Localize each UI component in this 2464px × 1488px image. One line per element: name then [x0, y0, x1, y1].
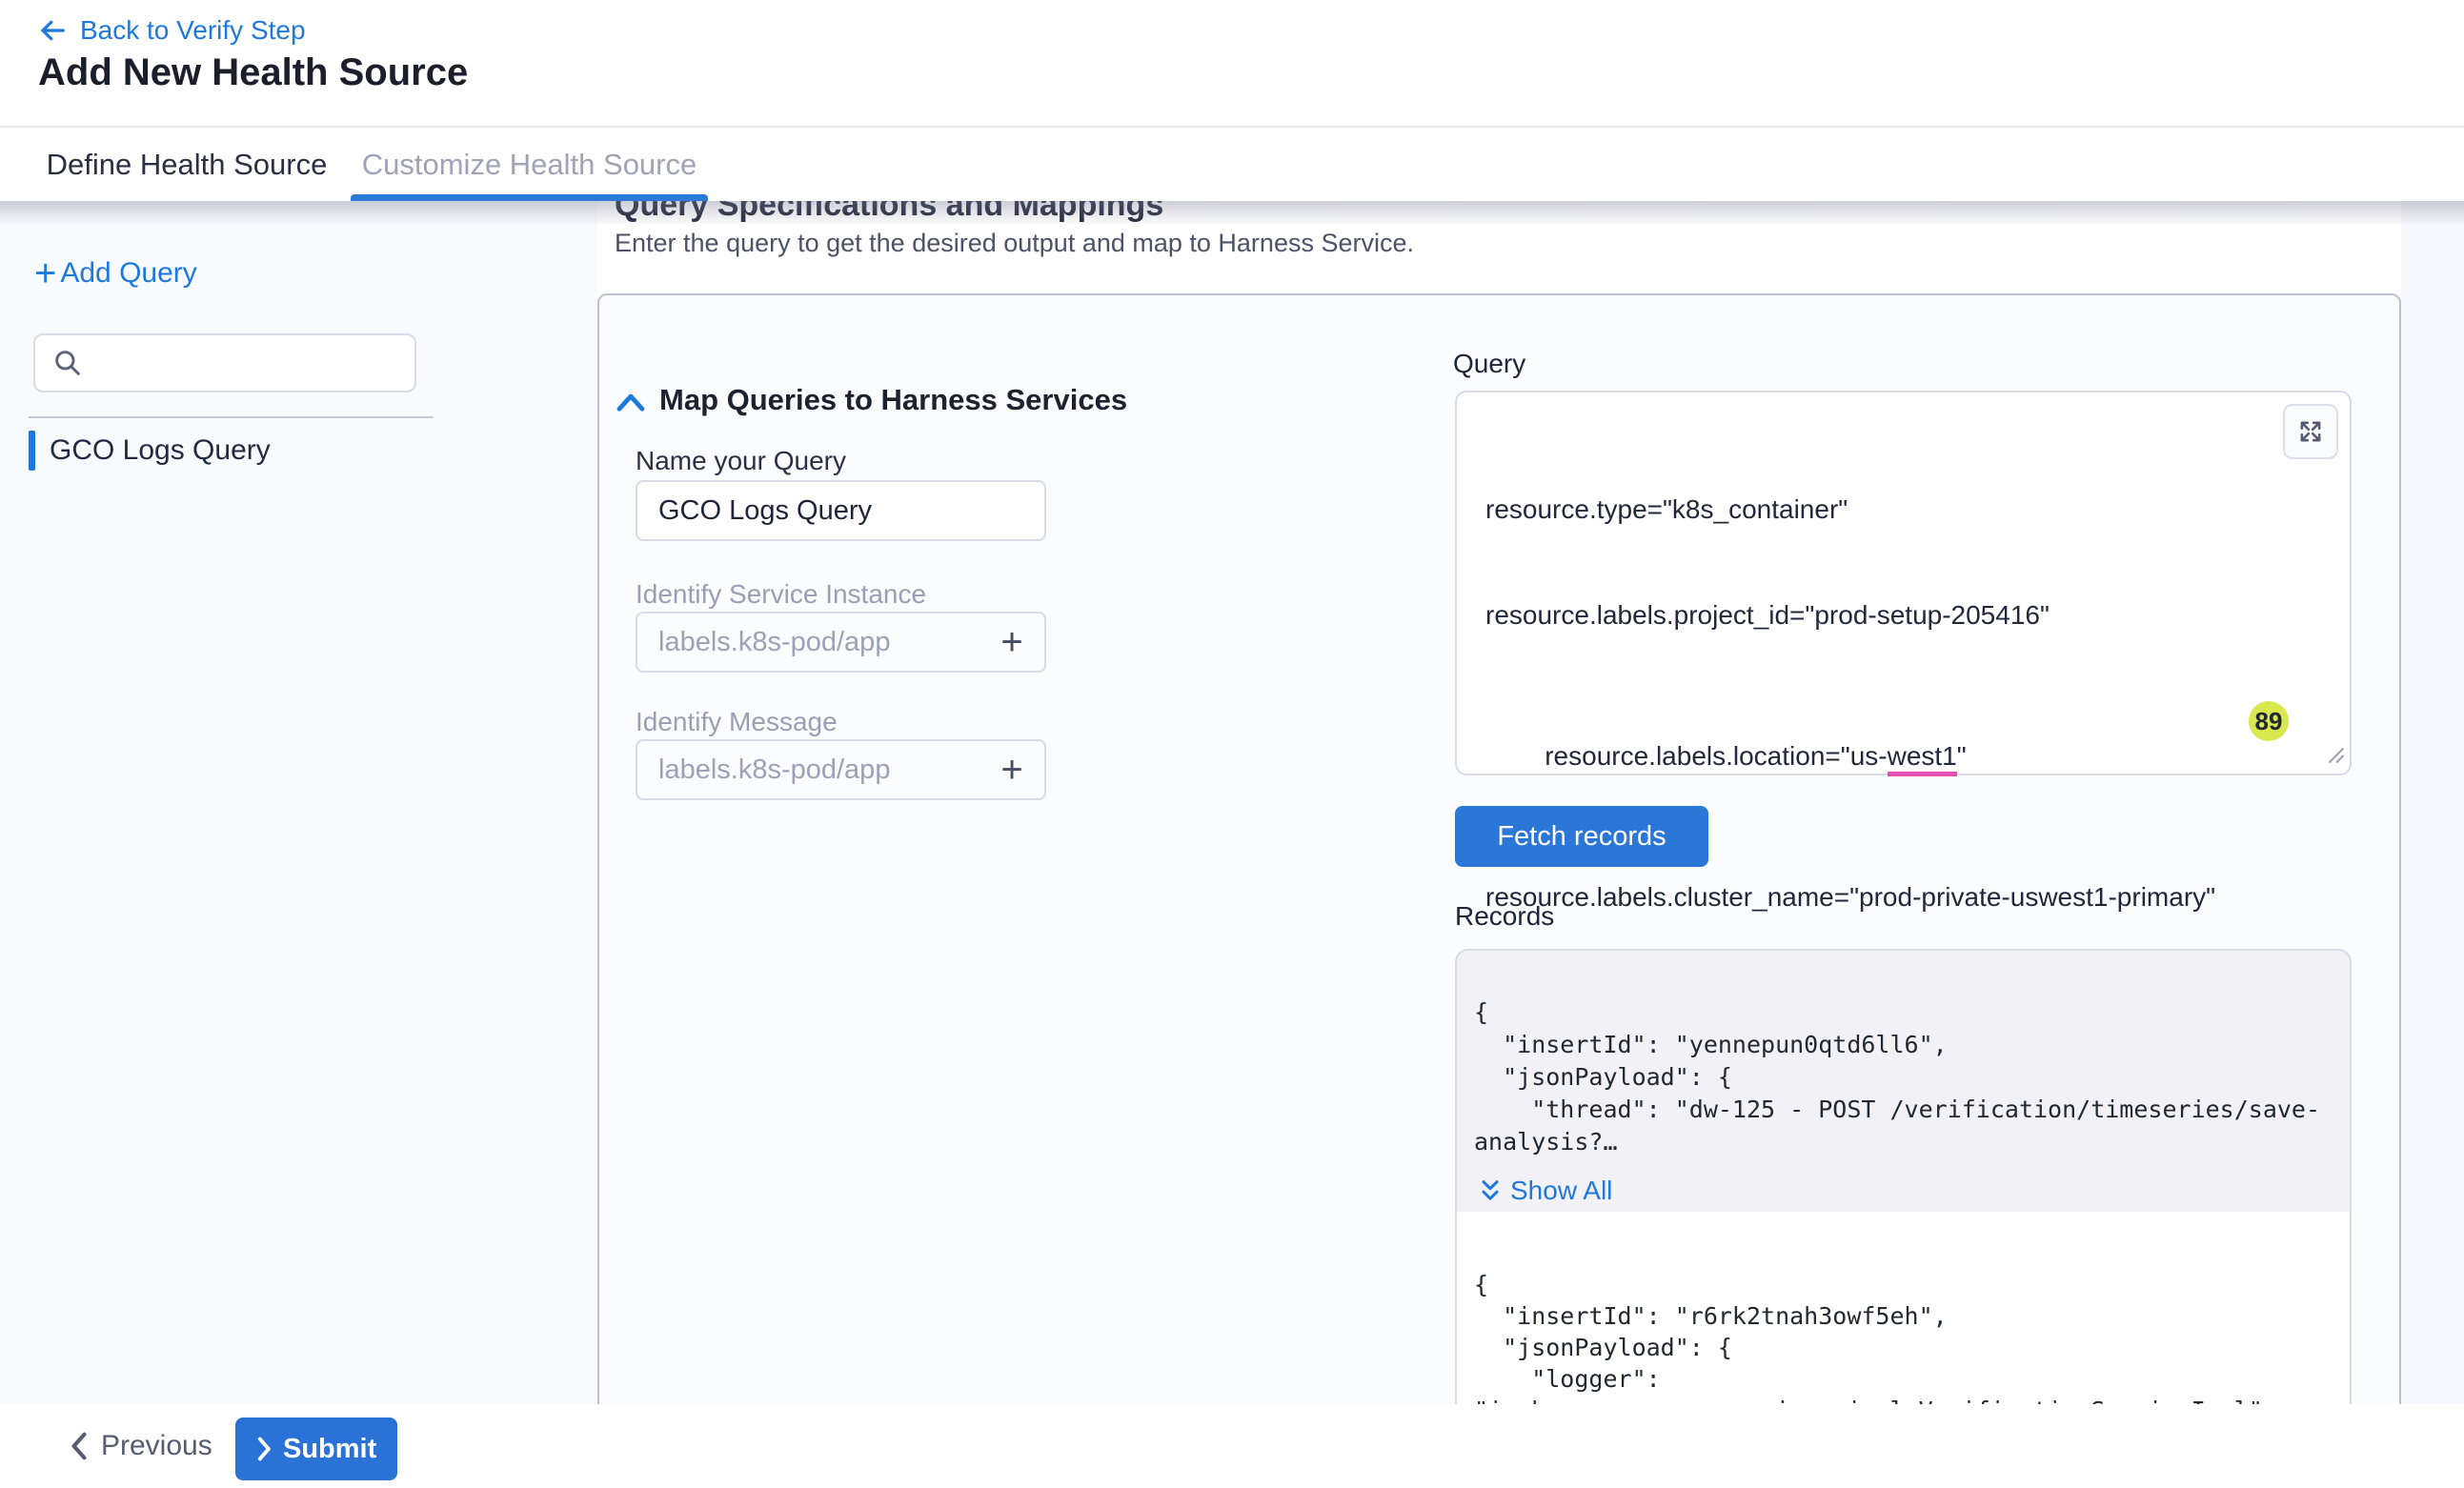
health-source-tabbar: Define Health Source Customize Health So… — [0, 128, 2464, 201]
add-query-label: Add Query — [60, 257, 196, 290]
tab-customize-health-source[interactable]: Customize Health Source — [351, 128, 708, 201]
previous-button[interactable]: Previous — [69, 1421, 212, 1471]
message-plus-icon[interactable]: + — [991, 739, 1033, 800]
identify-message-label: Identify Message — [636, 707, 838, 737]
back-arrow-icon — [38, 16, 67, 45]
query-search-box — [33, 333, 416, 392]
identify-service-instance-label: Identify Service Instance — [636, 579, 926, 610]
query-item-label: GCO Logs Query — [50, 434, 271, 467]
chevron-left-icon — [69, 1432, 90, 1460]
character-count-badge: 89 — [2249, 701, 2289, 741]
query-line: resource.labels.location="us-west1" — [1485, 703, 2305, 809]
add-health-source-drawer: Back to Verify Step Add New Health Sourc… — [0, 0, 2464, 1488]
active-tab-underline — [351, 194, 708, 201]
record-card: { "insertId": "yennepun0qtd6ll6", "jsonP… — [1457, 951, 2350, 1212]
query-name-input[interactable] — [636, 480, 1046, 541]
search-icon — [52, 348, 83, 378]
back-link-label: Back to Verify Step — [80, 15, 306, 46]
plus-icon: + — [34, 259, 56, 288]
spellcheck-underline: west1 — [1888, 741, 1957, 776]
chevron-up-icon[interactable] — [616, 391, 646, 418]
show-all-link[interactable]: Show All — [1478, 1176, 1612, 1206]
query-line: resource.labels.project_id="prod-setup-2… — [1485, 597, 2305, 633]
double-chevron-down-icon — [1478, 1177, 1503, 1204]
expand-icon — [2297, 418, 2324, 445]
record-json: { "insertId": "r6rk2tnah3owf5eh", "jsonP… — [1474, 1269, 2263, 1426]
section-subtitle: Enter the query to get the desired outpu… — [615, 229, 1414, 258]
back-to-verify-step-link[interactable]: Back to Verify Step — [38, 15, 306, 46]
page-title: Add New Health Source — [38, 51, 468, 94]
footer-bar: Previous Submit — [0, 1404, 2464, 1488]
query-sidebar: + Add Query GCO Logs Query — [0, 201, 597, 1404]
expand-query-button[interactable] — [2283, 404, 2338, 459]
submit-button[interactable]: Submit — [235, 1418, 397, 1480]
query-line: resource.labels.cluster_name="prod-priva… — [1485, 879, 2305, 915]
service-instance-input[interactable] — [636, 612, 1046, 673]
query-editor[interactable]: resource.type="k8s_container" resource.l… — [1455, 391, 2352, 775]
message-input[interactable] — [636, 739, 1046, 800]
selected-indicator-bar — [29, 431, 35, 471]
service-instance-plus-icon[interactable]: + — [991, 612, 1033, 673]
fetch-records-button[interactable]: Fetch records — [1455, 806, 1708, 867]
add-query-button[interactable]: + Add Query — [34, 257, 197, 290]
name-your-query-label: Name your Query — [636, 446, 846, 476]
submit-label: Submit — [283, 1434, 376, 1465]
right-background-strip — [2401, 201, 2464, 1404]
map-queries-section-title: Map Queries to Harness Services — [659, 383, 1127, 417]
sidebar-item-gco-logs-query[interactable]: GCO Logs Query — [29, 431, 271, 471]
header-divider — [0, 126, 2464, 128]
query-line: resource.type="k8s_container" — [1485, 492, 2305, 527]
resize-handle[interactable] — [2327, 746, 2346, 770]
chevron-right-icon — [256, 1437, 273, 1461]
query-label: Query — [1453, 349, 1525, 379]
show-all-label: Show All — [1510, 1176, 1612, 1206]
query-search-input[interactable] — [92, 348, 397, 378]
records-label: Records — [1455, 901, 1554, 932]
record-json: { "insertId": "yennepun0qtd6ll6", "jsonP… — [1474, 996, 2320, 1158]
previous-label: Previous — [101, 1430, 212, 1462]
sidebar-divider — [29, 416, 434, 418]
tab-define-health-source[interactable]: Define Health Source — [38, 128, 335, 201]
